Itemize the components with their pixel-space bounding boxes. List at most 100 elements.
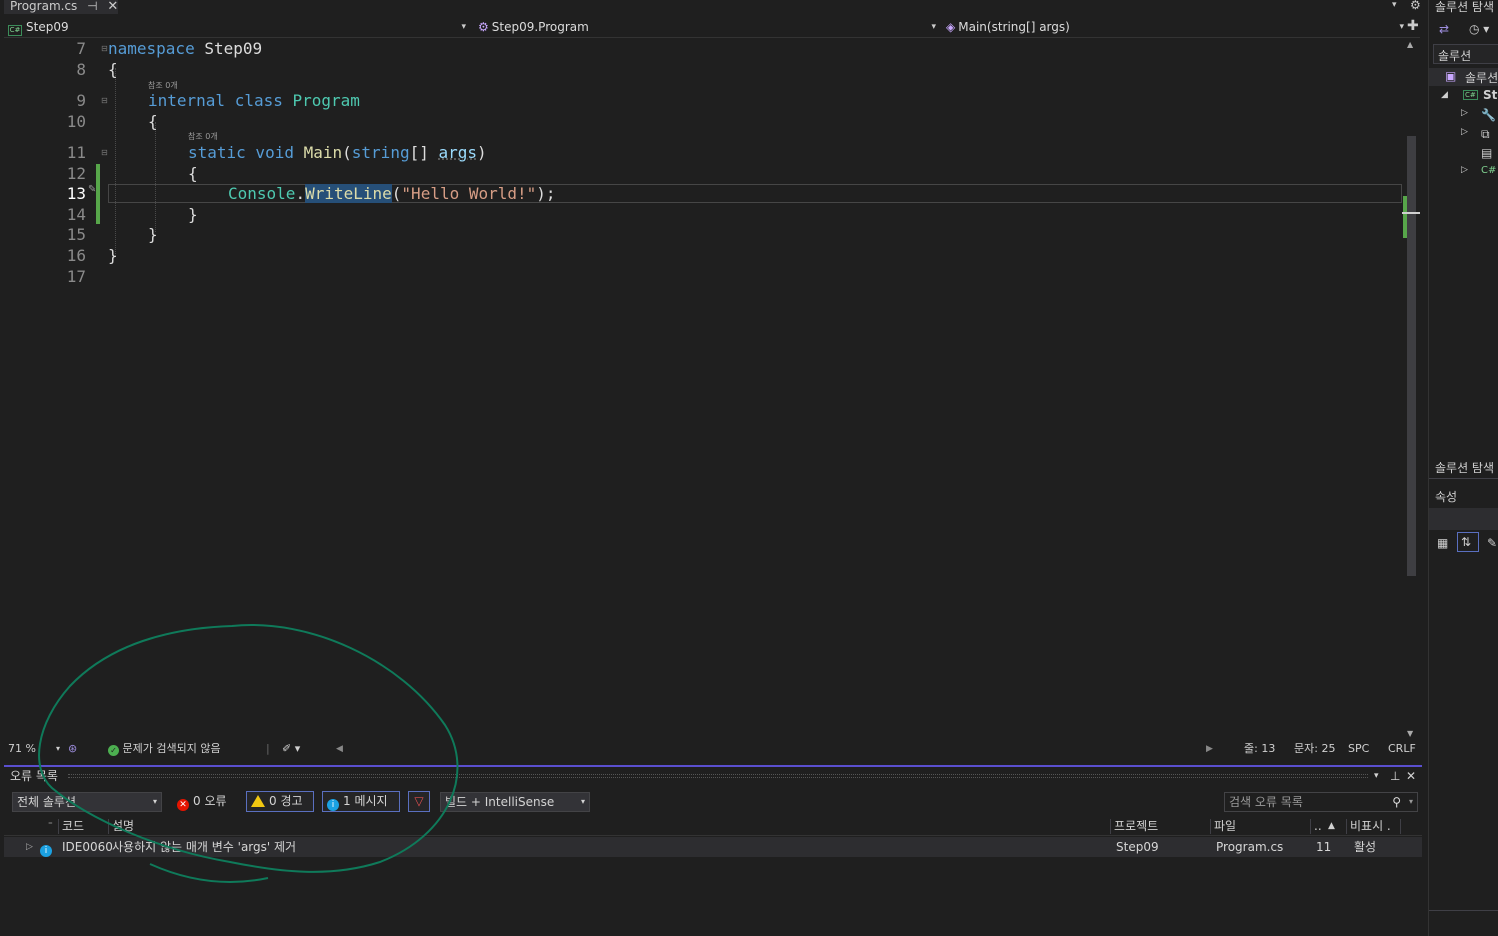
messages-filter-button[interactable]: i 1 메시지 — [322, 791, 400, 812]
column-separator[interactable] — [1210, 819, 1211, 834]
categorized-icon[interactable]: ▦ — [1437, 536, 1448, 550]
scroll-down-icon[interactable]: ▼ — [1407, 729, 1413, 738]
solution-explorer-title: 솔루션 탐색 — [1435, 0, 1495, 14]
tab-dropdown-icon[interactable]: ▾ — [1392, 0, 1397, 10]
chevron-down-icon[interactable]: ◢ — [1441, 90, 1448, 100]
punct: [] — [409, 143, 439, 162]
expand-icon[interactable]: ▷ — [1461, 108, 1468, 118]
collapse-icon[interactable]: ⊟ — [101, 96, 108, 105]
codelens-references[interactable]: 참조 0개 — [148, 80, 178, 91]
scrollbar-change-marker — [1403, 196, 1407, 238]
tab-program-cs[interactable]: Program.cs ⊣ ✕ — [4, 0, 118, 14]
search-error-list-input[interactable]: 검색 오류 목록 ⚲ ▾ — [1224, 792, 1418, 812]
collapse-icon[interactable]: ⊟ — [101, 44, 108, 53]
column-suppression[interactable]: 비표시 . — [1350, 817, 1391, 836]
scroll-left-icon[interactable]: ◀ — [336, 740, 343, 758]
cleanup-brush-icon[interactable]: ✐ ▾ — [282, 740, 300, 758]
warnings-filter-button[interactable]: 0 경고 — [246, 791, 314, 812]
editor-status-bar: 71 % ▾ ⊛ ✓ 문제가 검색되지 않음 | ✐ ▾ ◀ ▶ 줄: 13 문… — [4, 740, 1420, 758]
copilot-icon[interactable]: ⊛ — [68, 740, 77, 758]
class-dropdown[interactable]: ⚙ Step09.Program ▾ — [474, 18, 940, 37]
collapse-icon[interactable]: ⊟ — [101, 148, 108, 157]
scrollbar-thumb[interactable] — [1407, 136, 1416, 576]
csharp-file-icon[interactable]: C# — [1481, 165, 1496, 176]
column-separator[interactable] — [108, 819, 109, 834]
scroll-right-icon[interactable]: ▶ — [1206, 740, 1213, 758]
whitespace-indicator[interactable]: SPC — [1348, 740, 1369, 758]
split-icon[interactable]: ✚ — [1407, 18, 1419, 34]
code-line-8: { — [108, 60, 118, 79]
tree-item-solution[interactable]: ▣ 솔루션 — [1429, 68, 1498, 86]
scope-dropdown[interactable]: 전체 솔루션 ▾ — [12, 792, 162, 812]
solution-search-input[interactable]: 솔루션 — [1433, 44, 1498, 64]
column-separator[interactable] — [1110, 819, 1111, 834]
chevron-down-icon: ▾ — [1399, 22, 1404, 32]
file-icon: ▤ — [1481, 146, 1493, 160]
divider — [1429, 478, 1498, 479]
source-dropdown[interactable]: 빌드 + IntelliSense ▾ — [440, 792, 590, 812]
expand-icon[interactable]: ▷ — [1461, 165, 1468, 175]
properties-object-selector[interactable] — [1429, 508, 1498, 530]
member-dropdown[interactable]: ◈ Main(string[] args) ▾ — [942, 18, 1408, 37]
sync-icon[interactable]: ⇄ — [1439, 22, 1449, 36]
class-label: Step09.Program — [491, 20, 589, 34]
chevron-down-icon[interactable]: ▾ — [56, 740, 60, 758]
property-pages-icon[interactable]: ✎ — [1487, 536, 1497, 550]
line-number: 7 — [76, 39, 86, 58]
tree-item-project[interactable]: Ste — [1483, 88, 1498, 102]
column-separator[interactable] — [58, 819, 59, 834]
char-indicator[interactable]: 문자: 25 — [1294, 740, 1335, 758]
issues-indicator[interactable]: ✓ 문제가 검색되지 않음 — [108, 740, 221, 758]
code-line-13: Console.WriteLine("Hello World!"); — [228, 184, 556, 203]
gear-icon[interactable]: ⚙ — [1410, 0, 1421, 12]
method-icon: ◈ — [946, 20, 956, 34]
codelens-references[interactable]: 참조 0개 — [188, 131, 218, 142]
chevron-down-icon[interactable]: ▾ — [1374, 767, 1379, 785]
project-dropdown[interactable]: C# Step09 ▾ — [4, 18, 470, 37]
warning-icon — [251, 795, 265, 807]
scroll-up-icon[interactable]: ▲ — [1407, 40, 1413, 49]
expand-icon[interactable]: ▷ — [26, 837, 33, 857]
errors-filter-button[interactable]: ✕ 0 오류 — [172, 791, 232, 812]
close-icon[interactable]: ✕ — [107, 0, 118, 14]
quick-action-icon[interactable]: ✎ — [88, 184, 96, 195]
pin-icon[interactable]: ⊥ — [1390, 767, 1400, 785]
sort-indicator-icon: ⁼ — [48, 821, 53, 831]
zoom-level[interactable]: 71 % — [8, 740, 36, 758]
filter-icon[interactable]: ▽ — [408, 791, 430, 812]
column-project[interactable]: 프로젝트 — [1114, 817, 1158, 836]
column-line[interactable]: .. — [1314, 817, 1322, 836]
chevron-down-icon: ▾ — [931, 22, 936, 32]
line-indicator[interactable]: 줄: 13 — [1244, 740, 1275, 758]
method-name: Main — [293, 143, 343, 162]
line-number: 10 — [66, 112, 86, 131]
keyword: string — [351, 143, 410, 162]
table-row[interactable]: ▷ i IDE0060 사용하지 않는 매개 변수 'args' 제거 Step… — [4, 837, 1422, 857]
column-separator[interactable] — [1400, 819, 1401, 834]
line-number: 15 — [66, 225, 86, 244]
alphabetical-button[interactable]: ⇅ — [1457, 532, 1479, 552]
solution-explorer-tab[interactable]: 솔루션 탐색 — [1435, 459, 1494, 476]
column-code[interactable]: 코드 — [62, 817, 84, 836]
chevron-down-icon: ▾ — [152, 797, 157, 806]
column-file[interactable]: 파일 — [1214, 817, 1236, 836]
navigation-bar: C# Step09 ▾ ⚙ Step09.Program ▾ ◈ Main(strin… — [4, 17, 1420, 38]
expand-icon[interactable]: ▷ — [1461, 127, 1468, 137]
close-icon[interactable]: ✕ — [1406, 767, 1416, 785]
code-line-9: internal class Program — [148, 91, 360, 110]
pin-icon[interactable]: ⊣ — [87, 0, 97, 13]
scrollbar-caret-marker — [1402, 212, 1420, 214]
line-number: 12 — [66, 164, 86, 183]
properties-title: 속성 — [1435, 490, 1458, 504]
line-ending-indicator[interactable]: CRLF — [1388, 740, 1416, 758]
line-number: 16 — [66, 246, 86, 265]
chevron-down-icon: ▾ — [1408, 797, 1413, 806]
column-description[interactable]: 설명 — [112, 817, 134, 836]
code-editor[interactable]: ⊟ ⊟ ⊟ 7 8 9 10 11 12 13 14 15 16 17 name… — [4, 38, 1420, 740]
history-icon[interactable]: ◷ ▾ — [1469, 22, 1489, 36]
sort-az-icon: ⇅ — [1461, 535, 1472, 549]
scope-label: 전체 솔루션 — [17, 795, 77, 809]
code-line-10: { — [148, 112, 158, 131]
column-separator[interactable] — [1346, 819, 1347, 834]
column-separator[interactable] — [1310, 819, 1311, 834]
